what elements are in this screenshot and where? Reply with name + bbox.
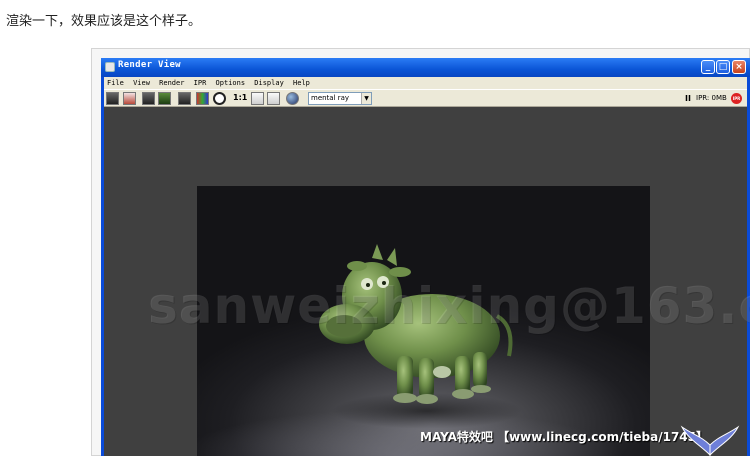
cow-hoof <box>416 394 438 404</box>
maya-app-icon <box>105 62 115 72</box>
cow-leg-front-left <box>397 356 413 398</box>
cow-ear <box>389 267 411 277</box>
footer-credit: MAYA特效吧 【www.linecg.com/tieba/1745】 <box>420 430 709 444</box>
renderer-value: mental ray <box>311 94 350 102</box>
wings-logo-icon <box>680 425 740 456</box>
post-text: 渲染一下，效果应该是这个样子。 <box>6 14 202 29</box>
cow-leg-front-right <box>419 358 434 398</box>
render-region-icon[interactable] <box>123 92 136 105</box>
ipr-memory-status: IPR: 0MB <box>696 94 727 102</box>
menu-ipr[interactable]: IPR <box>194 79 207 87</box>
minimize-button[interactable]: _ <box>701 60 715 74</box>
renderer-select[interactable]: mental ray ▼ <box>308 92 372 105</box>
menu-display[interactable]: Display <box>254 79 284 87</box>
menu-view[interactable]: View <box>133 79 150 87</box>
title-bar[interactable]: Render View _ □ × <box>101 58 750 77</box>
render-view-window: Render View _ □ × File View Render IPR O… <box>101 58 750 456</box>
menu-file[interactable]: File <box>107 79 124 87</box>
maximize-button[interactable]: □ <box>716 60 730 74</box>
cow-leg-back-right <box>473 352 487 388</box>
render-sphere-icon[interactable] <box>286 92 299 105</box>
close-button[interactable]: × <box>732 60 746 74</box>
render-globals-icon[interactable] <box>267 92 280 105</box>
alpha-channel-icon[interactable] <box>213 92 226 105</box>
ipr-render-icon[interactable] <box>178 92 191 105</box>
ipr-badge-icon[interactable]: IPR <box>731 93 742 104</box>
cow-horn <box>372 244 383 260</box>
menu-render[interactable]: Render <box>159 79 184 87</box>
chevron-down-icon[interactable]: ▼ <box>361 93 371 104</box>
cow-hoof <box>471 385 491 393</box>
cow-hoof <box>452 389 474 399</box>
cow-horn <box>387 248 397 266</box>
menu-bar: File View Render IPR Options Display Hel… <box>104 77 747 89</box>
menu-help[interactable]: Help <box>293 79 310 87</box>
render-settings-icon[interactable] <box>251 92 264 105</box>
cow-udder <box>433 366 451 378</box>
redo-render-icon[interactable] <box>106 92 119 105</box>
cow-ear <box>347 261 367 271</box>
cow-leg-back-left <box>455 356 470 394</box>
rgb-channel-icon[interactable] <box>196 92 209 105</box>
toolbar: 1:1 mental ray ▼ II IPR: 0MB IPR <box>104 89 747 107</box>
real-size-button[interactable]: 1:1 <box>233 93 247 102</box>
snapshot-icon[interactable] <box>142 92 155 105</box>
menu-options[interactable]: Options <box>216 79 246 87</box>
window-title: Render View <box>118 60 181 70</box>
watermark-text: sanweizhixing@163.com <box>148 277 750 335</box>
keep-image-icon[interactable] <box>158 92 171 105</box>
pause-ipr-button[interactable]: II <box>685 94 691 103</box>
cow-hoof <box>393 393 417 403</box>
